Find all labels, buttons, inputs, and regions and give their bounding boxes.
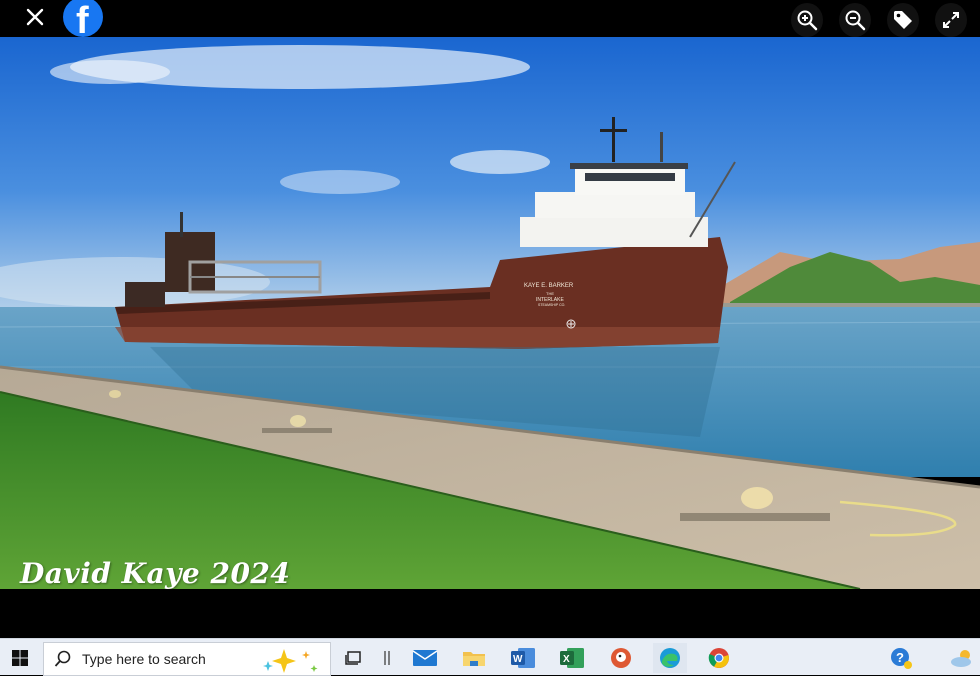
windows-logo-icon	[12, 649, 28, 666]
help-icon: ?	[891, 648, 912, 669]
zoom-out-icon	[845, 10, 866, 31]
chrome-icon	[708, 648, 729, 668]
taskbar-file-explorer[interactable]	[457, 643, 491, 673]
viewer-toolbar: f	[0, 0, 980, 37]
sparkle-icon	[263, 649, 318, 673]
taskbar-separator	[370, 643, 404, 673]
zoom-in-button[interactable]	[791, 3, 823, 37]
taskbar-duckduckgo[interactable]	[604, 643, 638, 673]
task-view-button[interactable]	[338, 643, 372, 673]
ship-name-text: KAYE E. BARKER	[524, 283, 574, 289]
folder-icon	[463, 652, 485, 666]
tag-icon	[894, 11, 912, 29]
zoom-out-button[interactable]	[839, 3, 871, 37]
edge-icon	[660, 648, 680, 668]
word-icon: W	[511, 648, 535, 668]
excel-icon: X	[560, 648, 584, 668]
ship-line3-text: STEAMSHIP CO.	[538, 303, 565, 307]
ship-photo: KAYE E. BARKER THE INTERLAKE STEAMSHIP C…	[0, 37, 980, 589]
separator-icon	[384, 651, 390, 665]
close-button[interactable]	[22, 4, 48, 30]
taskbar-mail[interactable]	[408, 643, 442, 673]
windows-taskbar: Type here to search W X ?	[0, 638, 980, 676]
taskbar-weather[interactable]	[945, 643, 979, 673]
tag-button[interactable]	[887, 3, 919, 37]
search-icon	[54, 650, 71, 667]
duckduckgo-icon	[611, 648, 631, 668]
fullscreen-icon	[943, 12, 959, 28]
task-view-icon	[345, 651, 361, 665]
taskbar-chrome[interactable]	[702, 643, 736, 673]
taskbar-word[interactable]: W	[506, 643, 540, 673]
svg-text:X: X	[563, 654, 570, 665]
taskbar-search-box[interactable]: Type here to search	[43, 642, 331, 676]
taskbar-help[interactable]: ?	[884, 643, 918, 673]
ship-line1-text: THE	[546, 291, 554, 296]
taskbar-edge[interactable]	[653, 643, 687, 673]
photo-viewer: f KAYE E. BARKER THE INTERLAKE STEAMSHIP…	[0, 0, 980, 638]
svg-text:?: ?	[896, 650, 904, 665]
weather-icon	[951, 650, 971, 667]
fullscreen-button[interactable]	[935, 3, 967, 37]
search-placeholder: Type here to search	[82, 651, 206, 667]
photo-watermark: David Kaye 2024	[20, 557, 291, 589]
zoom-in-icon	[797, 10, 818, 31]
facebook-logo[interactable]: f	[63, 0, 103, 37]
start-button[interactable]	[0, 639, 40, 676]
mail-icon	[412, 650, 438, 666]
close-icon	[26, 8, 44, 26]
svg-text:W: W	[513, 654, 523, 665]
taskbar-excel[interactable]: X	[555, 643, 589, 673]
